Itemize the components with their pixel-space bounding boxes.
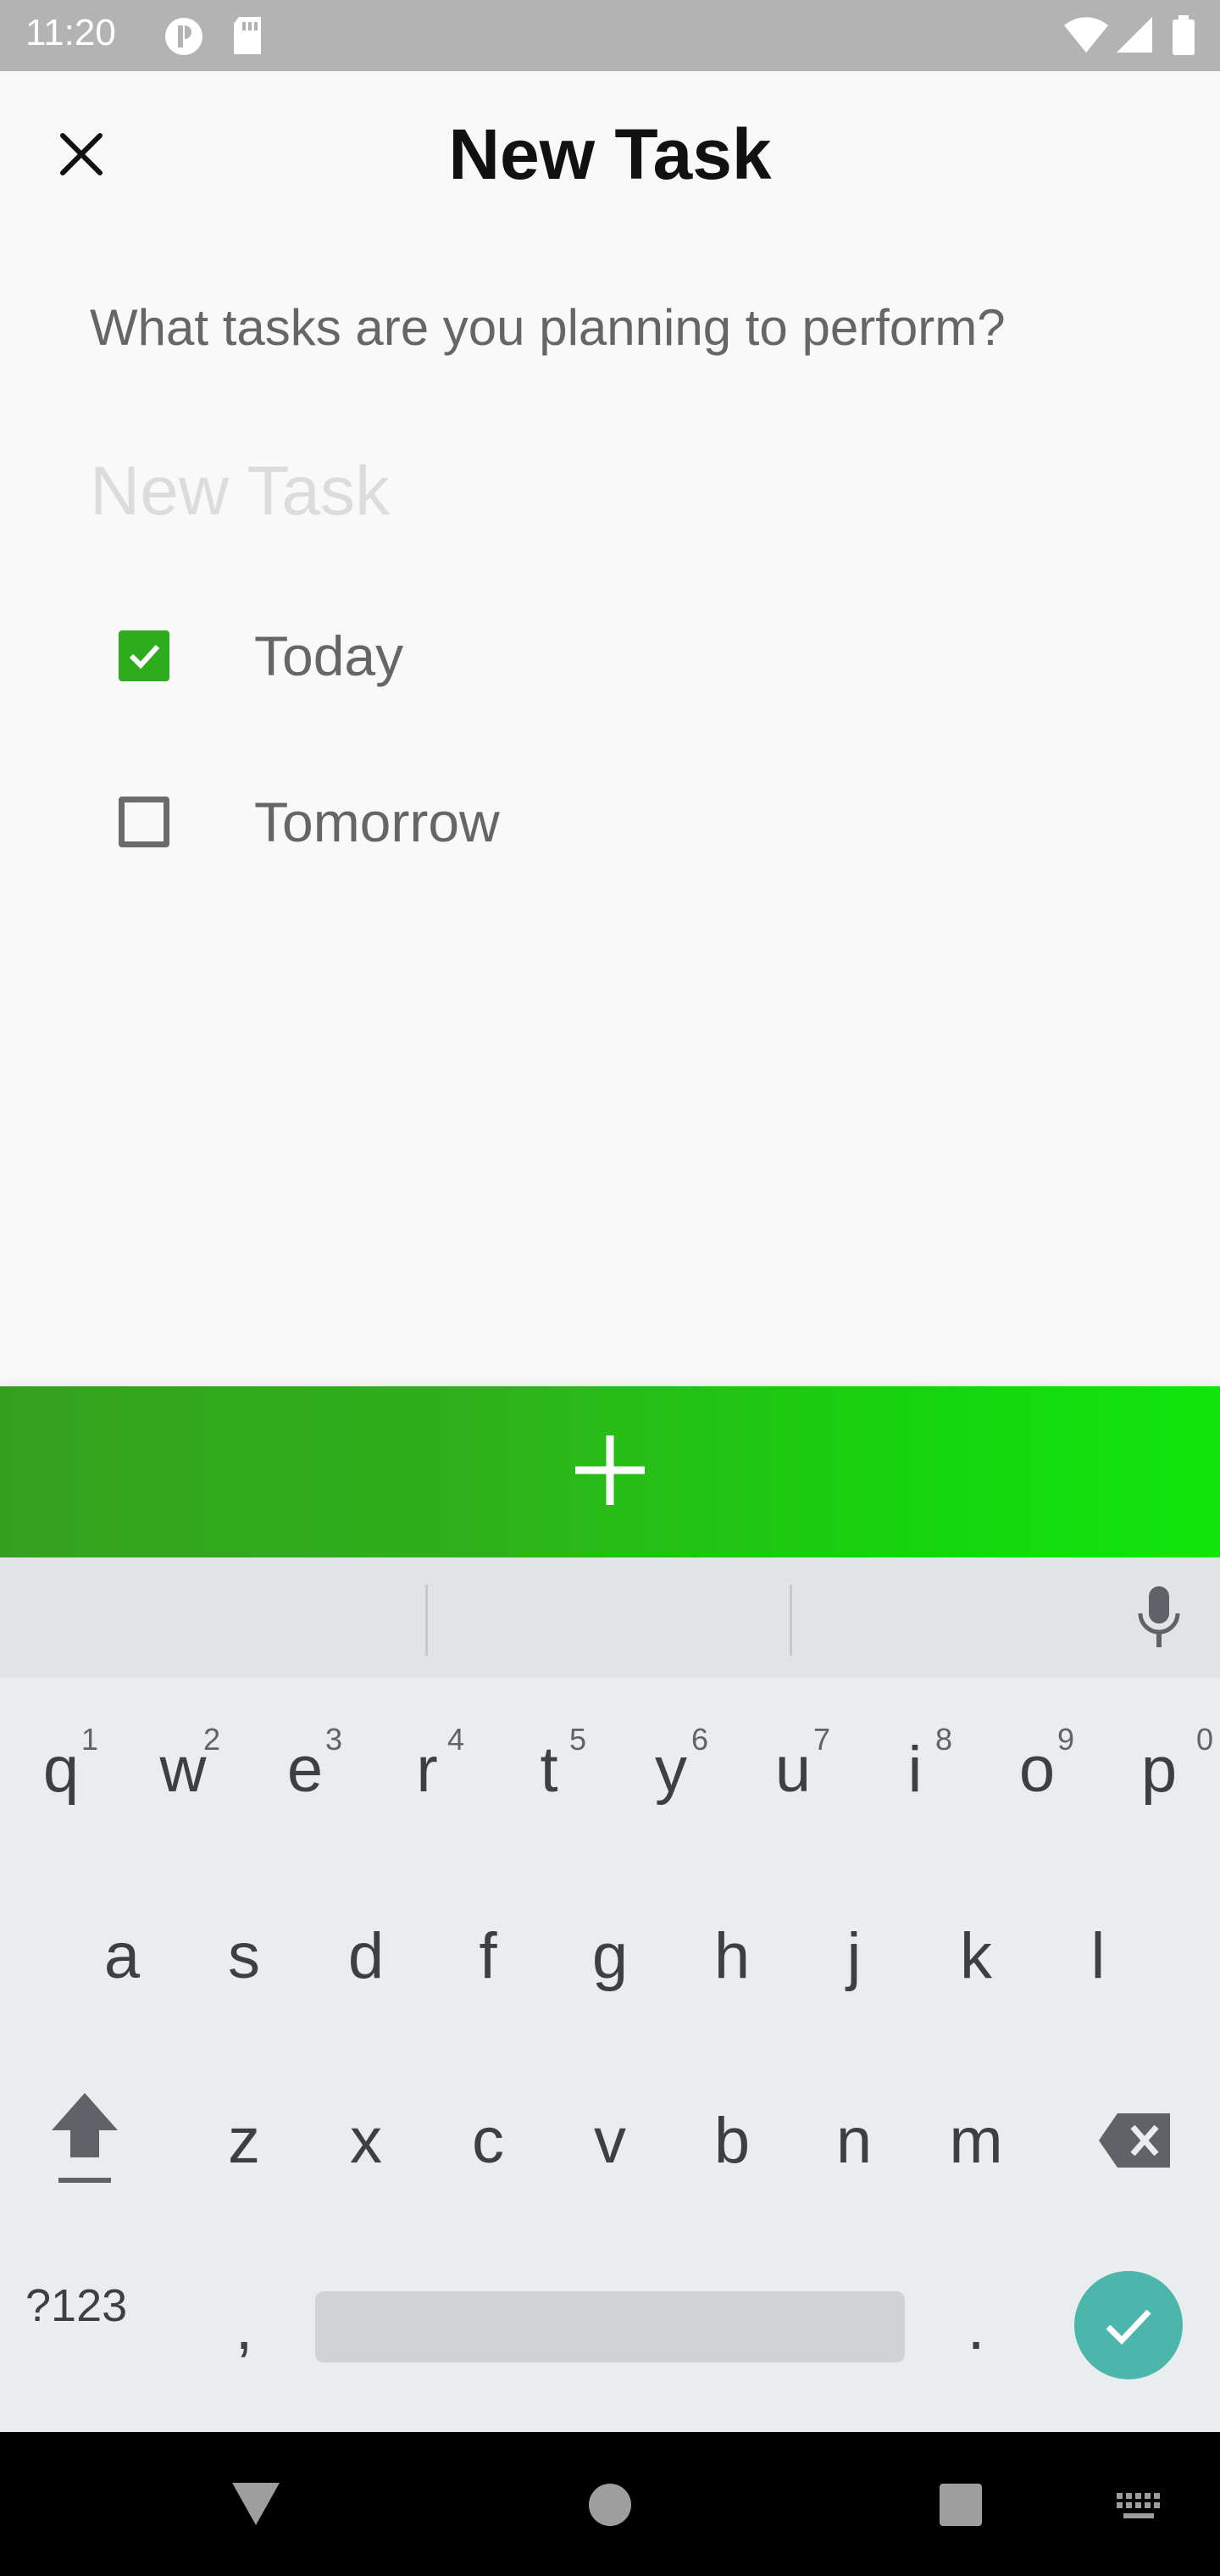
key-f[interactable]: f — [427, 1871, 549, 2040]
add-task-button[interactable] — [0, 1386, 1220, 1557]
space-key[interactable] — [315, 2291, 905, 2362]
app-header: New Task — [0, 71, 1220, 232]
key-hint: 8 — [934, 1722, 952, 1757]
suggestion-divider — [790, 1585, 792, 1656]
suggestion-divider — [425, 1585, 428, 1656]
navigation-bar — [0, 2432, 1220, 2576]
key-r[interactable]: r4 — [366, 1685, 488, 1854]
key-label: t — [540, 1733, 558, 1806]
wifi-icon — [1062, 15, 1110, 58]
shift-key[interactable] — [24, 2056, 146, 2225]
key-hint: 2 — [202, 1722, 220, 1757]
shift-icon — [52, 2093, 118, 2183]
sync-icon — [163, 15, 205, 62]
key-i[interactable]: i8 — [854, 1685, 976, 1854]
home-circle-icon — [589, 2484, 631, 2526]
page-title: New Task — [448, 114, 772, 194]
key-s[interactable]: s — [183, 1871, 305, 2040]
key-k[interactable]: k — [915, 1871, 1037, 2040]
key-hint: 7 — [812, 1722, 830, 1757]
recents-square-icon — [940, 2484, 982, 2526]
key-hint: 6 — [690, 1722, 708, 1757]
status-bar: 11:20 — [0, 0, 1220, 71]
key-hint: 1 — [80, 1722, 98, 1757]
suggestion-strip — [0, 1557, 1220, 1678]
key-hint: 0 — [1195, 1722, 1213, 1757]
tomorrow-checkbox[interactable] — [119, 797, 169, 847]
option-today[interactable]: Today — [119, 605, 881, 707]
key-label: o — [1018, 1733, 1056, 1806]
key-label: r — [416, 1733, 438, 1806]
key-label: i — [907, 1733, 923, 1806]
key-label: e — [286, 1733, 324, 1806]
key-label: u — [774, 1733, 812, 1806]
back-nav-button[interactable] — [230, 2479, 281, 2531]
recents-nav-button[interactable] — [939, 2483, 983, 2531]
key-w[interactable]: w2 — [122, 1685, 244, 1854]
today-checkbox[interactable] — [119, 630, 169, 681]
key-j[interactable]: j — [793, 1871, 915, 2040]
check-icon — [129, 644, 160, 669]
key-hint: 4 — [446, 1722, 464, 1757]
key-o[interactable]: o9 — [976, 1685, 1098, 1854]
battery-icon — [1171, 15, 1196, 60]
option-today-label: Today — [254, 625, 404, 687]
key-u[interactable]: u7 — [732, 1685, 854, 1854]
key-x[interactable]: x — [305, 2056, 427, 2225]
comma-key[interactable]: , — [183, 2242, 305, 2412]
keyboard-icon — [1117, 2493, 1160, 2518]
key-t[interactable]: t5 — [488, 1685, 610, 1854]
key-z[interactable]: z — [183, 2056, 305, 2225]
symbols-key[interactable]: ?123 — [25, 2279, 127, 2332]
key-label: w — [159, 1733, 207, 1806]
sd-card-icon — [230, 15, 264, 60]
option-tomorrow[interactable]: Tomorrow — [119, 771, 881, 873]
key-hint: 5 — [568, 1722, 586, 1757]
enter-key[interactable] — [1074, 2271, 1183, 2379]
status-time: 11:20 — [25, 12, 116, 53]
key-n[interactable]: n — [793, 2056, 915, 2225]
home-nav-button[interactable] — [588, 2483, 632, 2531]
key-h[interactable]: h — [671, 1871, 793, 2040]
plus-icon — [572, 1432, 648, 1513]
key-label: q — [42, 1733, 80, 1806]
key-q[interactable]: q1 — [0, 1685, 122, 1854]
key-label: y — [655, 1733, 687, 1806]
key-d[interactable]: d — [305, 1871, 427, 2040]
signal-icon — [1115, 15, 1154, 58]
key-a[interactable]: a — [61, 1871, 183, 2040]
backspace-key[interactable] — [1074, 2056, 1196, 2225]
option-tomorrow-label: Tomorrow — [254, 791, 500, 853]
key-hint: 9 — [1056, 1722, 1074, 1757]
key-m[interactable]: m — [915, 2056, 1037, 2225]
period-key[interactable]: . — [915, 2242, 1037, 2412]
keyboard-switch-button[interactable] — [1115, 2491, 1162, 2529]
key-y[interactable]: y6 — [610, 1685, 732, 1854]
key-c[interactable]: c — [427, 2056, 549, 2225]
key-hint: 3 — [324, 1722, 342, 1757]
key-g[interactable]: g — [549, 1871, 671, 2040]
key-e[interactable]: e3 — [244, 1685, 366, 1854]
key-v[interactable]: v — [549, 2056, 671, 2225]
task-name-input[interactable] — [90, 441, 1140, 542]
check-icon — [1106, 2309, 1151, 2346]
key-p[interactable]: p0 — [1098, 1685, 1220, 1854]
task-prompt: What tasks are you planning to perform? — [90, 299, 1006, 356]
key-l[interactable]: l — [1037, 1871, 1159, 2040]
key-b[interactable]: b — [671, 2056, 793, 2225]
mic-icon[interactable] — [1135, 1585, 1183, 1655]
key-label: p — [1140, 1733, 1178, 1806]
backspace-icon — [1099, 2113, 1170, 2168]
back-triangle-icon — [232, 2483, 280, 2525]
